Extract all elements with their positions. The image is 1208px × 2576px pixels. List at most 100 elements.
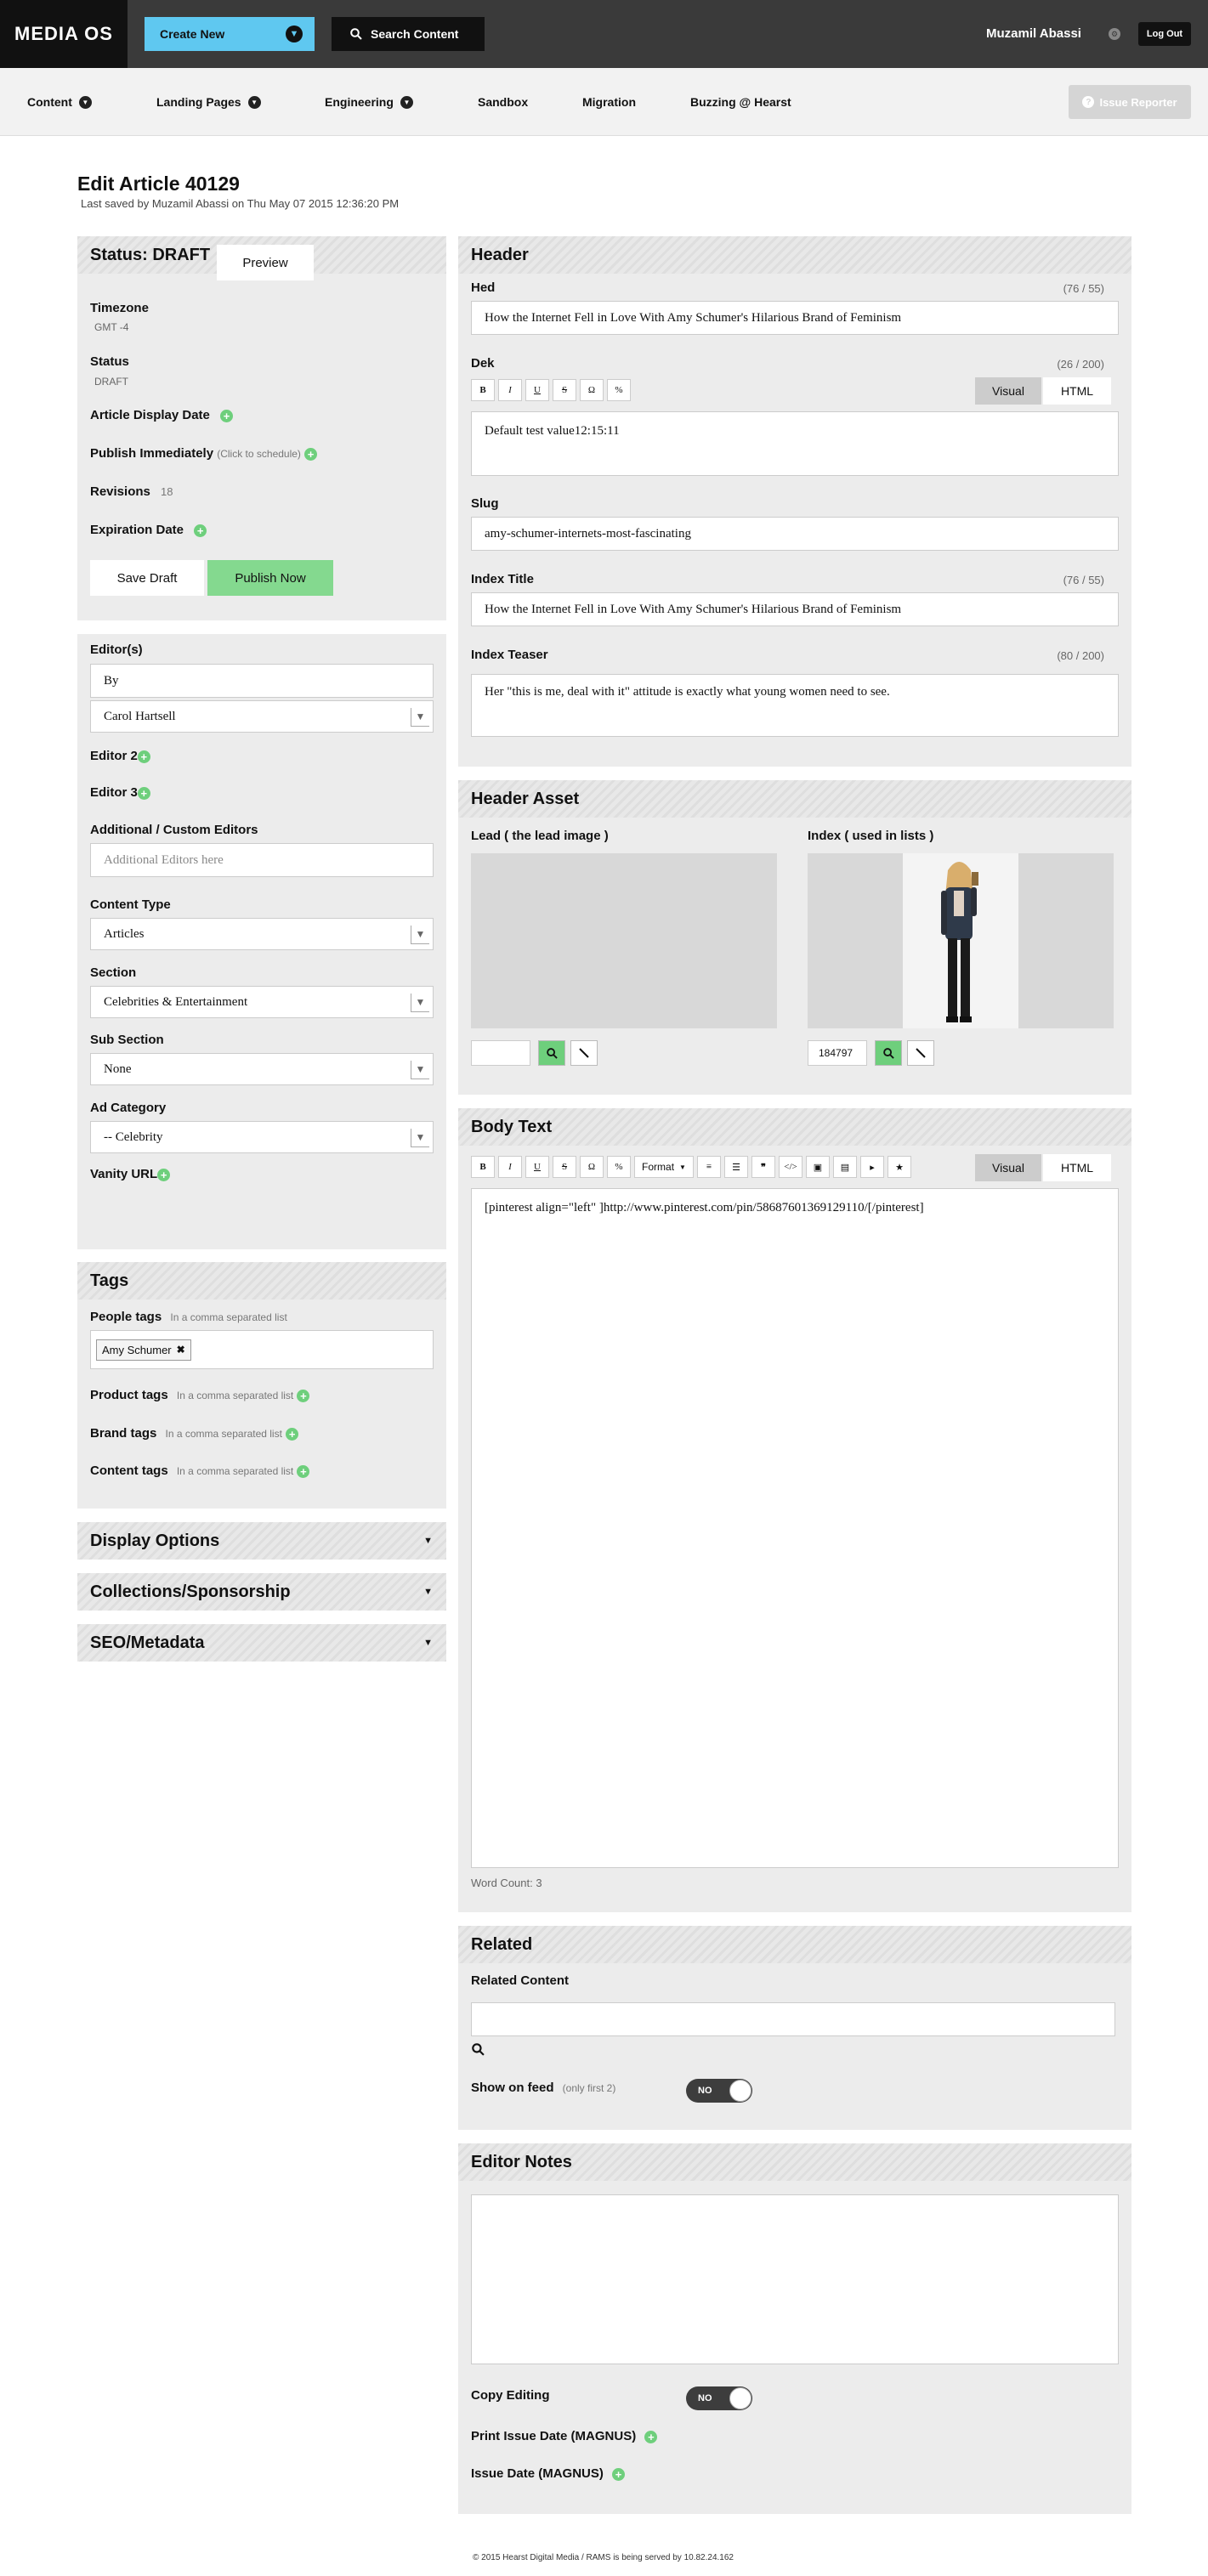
body-text-title: Body Text — [471, 1117, 553, 1136]
italic-icon[interactable]: I — [498, 1156, 522, 1178]
display-options-toggle[interactable]: Display Options ▼ — [77, 1522, 446, 1560]
dek-html-tab[interactable]: HTML — [1043, 377, 1111, 405]
bullet-list-icon[interactable]: ≡ — [697, 1156, 721, 1178]
body-html-tab[interactable]: HTML — [1043, 1154, 1111, 1181]
nav-item-migration[interactable]: Migration — [582, 95, 636, 109]
nav-item-sandbox[interactable]: Sandbox — [478, 95, 528, 109]
add-icon[interactable]: + — [612, 2467, 626, 2481]
logout-button[interactable]: Log Out — [1138, 22, 1191, 46]
index-search-icon[interactable] — [875, 1040, 902, 1066]
slug-input[interactable]: amy-schumer-internets-most-fascinating — [471, 517, 1119, 551]
add-icon[interactable]: + — [137, 750, 150, 763]
editor2-row: Editor 2 + — [90, 749, 150, 763]
image-icon[interactable]: ▣ — [806, 1156, 830, 1178]
add-icon[interactable]: + — [194, 524, 207, 537]
editors-panel: Editor(s) By Carol Hartsell ▼ Editor 2 + E… — [77, 634, 446, 1249]
logo[interactable]: MEDIA OS — [0, 0, 128, 68]
add-icon[interactable]: + — [137, 786, 150, 800]
italic-icon[interactable]: I — [498, 379, 522, 401]
people-tags-input[interactable]: Amy Schumer ✖ — [90, 1330, 434, 1369]
link-icon[interactable]: % — [607, 1156, 631, 1178]
section-select[interactable]: Celebrities & Entertainment ▼ — [90, 986, 434, 1018]
index-crop-icon[interactable] — [907, 1040, 934, 1066]
strikethrough-icon[interactable]: S — [553, 379, 576, 401]
editor-select[interactable]: Carol Hartsell ▼ — [90, 700, 434, 733]
dek-toolbar: B I U S Ω % — [471, 379, 631, 401]
lead-search-icon[interactable] — [538, 1040, 565, 1066]
by-field[interactable]: By — [90, 664, 434, 698]
hed-input[interactable]: How the Internet Fell in Love With Amy S… — [471, 301, 1119, 335]
gallery-icon[interactable]: ▤ — [833, 1156, 857, 1178]
gear-icon[interactable]: ⚙ — [1109, 28, 1120, 40]
ad-category-select[interactable]: -- Celebrity ▼ — [90, 1121, 434, 1153]
dek-editor[interactable]: Default test value12:15:11 — [471, 411, 1119, 476]
teaser-counter: (80 / 200) — [1057, 649, 1104, 662]
underline-icon[interactable]: U — [525, 379, 549, 401]
status-value: DRAFT — [94, 376, 128, 388]
nav-item-content[interactable]: Content ▼ — [27, 95, 92, 109]
special-char-icon[interactable]: Ω — [580, 379, 604, 401]
strikethrough-icon[interactable]: S — [553, 1156, 576, 1178]
code-icon[interactable]: </> — [779, 1156, 802, 1178]
show-feed-toggle[interactable]: NO — [686, 2079, 752, 2103]
related-content-input[interactable] — [471, 2002, 1115, 2036]
body-editor[interactable]: [pinterest align="left" ]http://www.pint… — [471, 1188, 1119, 1868]
person-photo — [903, 853, 1018, 1028]
collections-sponsorship-toggle[interactable]: Collections/Sponsorship ▼ — [77, 1573, 446, 1611]
publish-note[interactable]: (Click to schedule) — [217, 448, 301, 460]
content-type-select[interactable]: Articles ▼ — [90, 918, 434, 950]
format-dropdown[interactable]: Format ▼ — [634, 1156, 694, 1178]
close-icon[interactable]: ✖ — [177, 1344, 185, 1356]
publish-now-button[interactable]: Publish Now — [207, 560, 333, 596]
add-icon[interactable]: + — [157, 1168, 171, 1181]
subsection-select[interactable]: None ▼ — [90, 1053, 434, 1085]
index-title-input[interactable]: How the Internet Fell in Love With Amy S… — [471, 592, 1119, 626]
search-icon[interactable] — [472, 2043, 485, 2056]
video-icon[interactable]: ▸ — [860, 1156, 884, 1178]
index-image[interactable] — [808, 853, 1114, 1028]
add-icon[interactable]: + — [297, 1389, 310, 1402]
user-name[interactable]: Muzamil Abassi — [986, 26, 1081, 41]
bold-icon[interactable]: B — [471, 1156, 495, 1178]
index-title-counter: (76 / 55) — [1063, 574, 1104, 586]
preview-button[interactable]: Preview — [217, 245, 314, 280]
custom-editors-input[interactable]: Additional Editors here — [90, 843, 434, 877]
issue-reporter-button[interactable]: ? Issue Reporter — [1069, 85, 1191, 119]
vanity-url-row: Vanity URL + — [90, 1167, 171, 1181]
search-content-button[interactable]: Search Content — [332, 17, 485, 51]
top-bar: MEDIA OS Create New ▼ Search Content Muz… — [0, 0, 1208, 68]
nav-item-landing-pages[interactable]: Landing Pages ▼ — [156, 95, 261, 109]
lead-image-id-input[interactable] — [471, 1040, 530, 1066]
content-type-label: Content Type — [90, 897, 171, 912]
header-asset-title: Header Asset — [471, 789, 580, 808]
add-icon[interactable]: + — [644, 2430, 658, 2443]
add-icon[interactable]: + — [220, 409, 234, 422]
dek-visual-tab[interactable]: Visual — [975, 377, 1041, 405]
blockquote-icon[interactable]: ❞ — [751, 1156, 775, 1178]
nav-item-engineering[interactable]: Engineering ▼ — [325, 95, 413, 109]
underline-icon[interactable]: U — [525, 1156, 549, 1178]
add-icon[interactable]: + — [286, 1427, 299, 1441]
save-draft-button[interactable]: Save Draft — [90, 560, 204, 596]
lead-crop-icon[interactable] — [570, 1040, 598, 1066]
copy-editing-label: Copy Editing — [471, 2388, 550, 2403]
nav-item-buzzing[interactable]: Buzzing @ Hearst — [690, 95, 791, 109]
copy-editing-toggle[interactable]: NO — [686, 2386, 752, 2410]
star-icon[interactable]: ★ — [888, 1156, 911, 1178]
add-icon[interactable]: + — [304, 447, 318, 461]
index-image-id-input[interactable]: 184797 — [808, 1040, 867, 1066]
create-new-button[interactable]: Create New ▼ — [145, 17, 315, 51]
add-icon[interactable]: + — [297, 1464, 310, 1478]
numbered-list-icon[interactable]: ☰ — [724, 1156, 748, 1178]
lead-image-placeholder[interactable] — [471, 853, 777, 1028]
teaser-textarea[interactable]: Her "this is me, deal with it" attitude … — [471, 674, 1119, 737]
editor-notes-textarea[interactable] — [471, 2194, 1119, 2364]
link-icon[interactable]: % — [607, 379, 631, 401]
dropdown-arrow-icon: ▼ — [411, 994, 429, 1012]
special-char-icon[interactable]: Ω — [580, 1156, 604, 1178]
publish-immediately-row: Publish Immediately (Click to schedule) … — [90, 446, 318, 461]
brand-tags-label: Brand tags — [90, 1426, 157, 1441]
body-visual-tab[interactable]: Visual — [975, 1154, 1041, 1181]
bold-icon[interactable]: B — [471, 379, 495, 401]
seo-metadata-toggle[interactable]: SEO/Metadata ▼ — [77, 1624, 446, 1662]
